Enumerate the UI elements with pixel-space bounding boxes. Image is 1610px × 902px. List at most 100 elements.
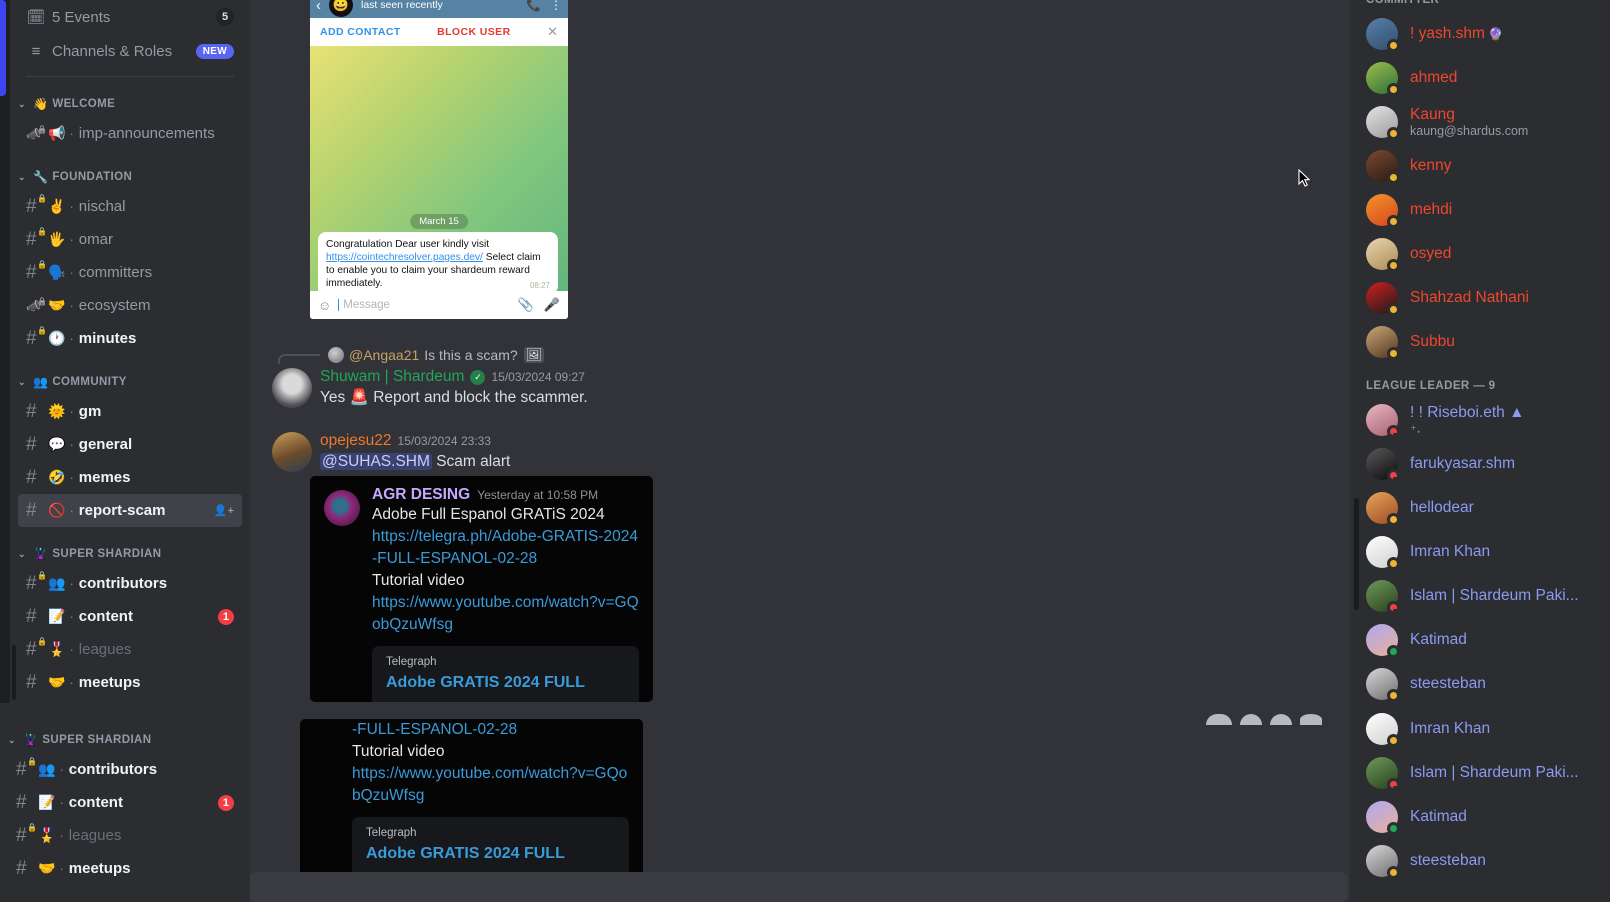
- member-list-item[interactable]: Imran Khan: [1358, 530, 1602, 574]
- embed-link-youtube-duplicate[interactable]: https://www.youtube.com/watch?v=GQobQzuW…: [352, 763, 629, 807]
- sidebar-item-channels-roles[interactable]: ≡ Channels & Roles NEW: [18, 34, 242, 68]
- sidebar-channel-nischal[interactable]: #✌️· nischal: [18, 190, 242, 223]
- telegraph-card-duplicate[interactable]: Telegraph Adobe GRATIS 2024 FULL: [352, 817, 629, 877]
- add-contact-button[interactable]: ADD CONTACT: [320, 26, 401, 38]
- avatar[interactable]: [1366, 713, 1400, 747]
- sidebar-category-super-shardian[interactable]: ⌄ 🦹 SUPER SHARDIAN: [0, 727, 250, 753]
- reply-author[interactable]: @Angaa21: [349, 347, 419, 363]
- member-list-item[interactable]: steesteban: [1358, 839, 1602, 883]
- member-list-item[interactable]: ahmed: [1358, 56, 1602, 100]
- avatar[interactable]: [1366, 580, 1401, 614]
- sidebar-channel-ecosystem[interactable]: 📣🤝· ecosystem: [18, 289, 242, 322]
- edit-icon[interactable]: [1270, 714, 1292, 725]
- member-list-item[interactable]: Shahzad Nathani: [1358, 276, 1602, 320]
- avatar[interactable]: [1366, 62, 1400, 96]
- telegram-screenshot-attachment[interactable]: ‹ 😀 last seen recently 📞 ⋮ ADD CONTACT B…: [310, 0, 568, 319]
- add-member-icon[interactable]: 👤+: [214, 504, 234, 517]
- avatar[interactable]: [1366, 668, 1400, 702]
- member-list-item[interactable]: hellodear: [1358, 486, 1602, 530]
- sidebar-category-super-shardian[interactable]: ⌄ 🦹 SUPER SHARDIAN: [10, 541, 250, 567]
- sidebar-channel-omar[interactable]: #🖐️· omar: [18, 223, 242, 256]
- member-list-item[interactable]: Islam | Shardeum Paki...: [1358, 574, 1602, 618]
- member-list-item[interactable]: Katimad: [1358, 795, 1602, 839]
- sidebar-channel-gm[interactable]: # 🌞 · gm: [18, 395, 242, 428]
- avatar[interactable]: [1366, 238, 1400, 272]
- chevron-down-icon[interactable]: ⌄: [18, 99, 30, 110]
- avatar[interactable]: [1366, 18, 1400, 52]
- member-list-item[interactable]: mehdi: [1358, 188, 1602, 232]
- member-list-item[interactable]: farukyasar.shm: [1358, 442, 1602, 486]
- reply-preview[interactable]: @Angaa21 Is this a scam? 🖼: [268, 345, 968, 365]
- telegraph-card[interactable]: Telegraph Adobe GRATIS 2024 FULL: [372, 646, 639, 702]
- chevron-down-icon[interactable]: ⌄: [18, 377, 30, 388]
- sidebar-scrollbar[interactable]: [12, 645, 16, 700]
- user-mention[interactable]: @SUHAS.SHM: [320, 453, 432, 470]
- sidebar-channel-meetups[interactable]: # 🤝 · meetups: [18, 666, 242, 699]
- close-icon[interactable]: ✕: [547, 24, 558, 40]
- avatar[interactable]: [1366, 448, 1401, 482]
- avatar[interactable]: [272, 368, 312, 408]
- avatar[interactable]: [1366, 194, 1400, 228]
- member-list-item[interactable]: ! ! Riseboi.eth ▲ ⁺˖: [1358, 398, 1602, 442]
- sidebar-category-foundation[interactable]: ⌄ 🔧 FOUNDATION: [10, 164, 250, 190]
- smiley-icon[interactable]: ☺: [318, 298, 331, 313]
- sidebar-channel-report-scam[interactable]: # 🚫 · report-scam 👤+: [18, 494, 242, 527]
- avatar[interactable]: [1366, 492, 1400, 526]
- sidebar-channel-content[interactable]: # 📝 · content 1: [18, 600, 242, 633]
- sidebar-channel-content[interactable]: # 📝 · content 1: [8, 786, 242, 819]
- sidebar-channel-general[interactable]: # 💬 · general: [18, 428, 242, 461]
- member-list-item[interactable]: Islam | Shardeum Paki...: [1358, 751, 1602, 795]
- avatar[interactable]: [1366, 757, 1401, 791]
- sidebar-channel-contributors[interactable]: #👥· contributors: [18, 567, 242, 600]
- message-author[interactable]: Shuwam | Shardeum: [320, 368, 464, 386]
- sidebar-channel-leagues[interactable]: #🎖️· leagues: [18, 633, 242, 666]
- sidebar-category-welcome[interactable]: ⌄ 👋 WELCOME: [10, 91, 250, 117]
- member-list-item[interactable]: Katimad: [1358, 618, 1602, 662]
- chevron-down-icon[interactable]: ⌄: [8, 735, 20, 746]
- telegram-composer[interactable]: ☺ Message 📎 🎤: [310, 291, 568, 319]
- sidebar-category-community[interactable]: ⌄ 👥 COMMUNITY: [10, 369, 250, 395]
- embed-link-youtube[interactable]: https://www.youtube.com/watch?v=GQobQzuW…: [372, 592, 639, 636]
- microphone-icon[interactable]: 🎤: [544, 297, 560, 313]
- more-actions-icon[interactable]: [1300, 714, 1322, 725]
- sidebar-channel-minutes[interactable]: #🕐· minutes: [18, 322, 242, 355]
- embed-author[interactable]: AGR DESING: [372, 486, 470, 503]
- sidebar-item-5-events[interactable]: 🗓 5 Events 5: [18, 0, 242, 34]
- sidebar-channel-meetups[interactable]: # 🤝 · meetups: [8, 852, 242, 885]
- avatar[interactable]: [272, 432, 312, 472]
- message-input-placeholder[interactable]: Message: [338, 299, 507, 311]
- member-list-item[interactable]: steesteban: [1358, 662, 1602, 706]
- member-list-item[interactable]: osyed: [1358, 232, 1602, 276]
- block-user-button[interactable]: BLOCK USER: [437, 26, 510, 38]
- chevron-down-icon[interactable]: ⌄: [18, 172, 30, 183]
- card-title[interactable]: Adobe GRATIS 2024 FULL: [386, 674, 625, 692]
- avatar[interactable]: [1366, 326, 1400, 360]
- card-title[interactable]: Adobe GRATIS 2024 FULL: [366, 845, 615, 863]
- phone-icon[interactable]: 📞: [526, 0, 541, 12]
- sidebar-channel-contributors[interactable]: #👥· contributors: [8, 753, 242, 786]
- embed-link-telegraph[interactable]: https://telegra.ph/Adobe-GRATIS-2024-FUL…: [372, 526, 639, 570]
- message-row[interactable]: opejesu22 15/03/2024 23:33 @SUHAS.SHM Sc…: [262, 432, 1332, 472]
- avatar[interactable]: [1366, 106, 1400, 140]
- avatar[interactable]: [1366, 845, 1400, 879]
- paperclip-icon[interactable]: 📎: [518, 297, 534, 313]
- scam-link[interactable]: https://cointechresolver.pages.dev/: [326, 252, 483, 263]
- member-list-item[interactable]: Imran Khan: [1358, 707, 1602, 751]
- message-row[interactable]: Shuwam | Shardeum ✓ 15/03/2024 09:27 Yes…: [262, 368, 1332, 408]
- member-list-item[interactable]: Subbu: [1358, 320, 1602, 364]
- avatar[interactable]: [1366, 536, 1400, 570]
- back-arrow-icon[interactable]: ‹: [316, 0, 321, 14]
- avatar[interactable]: [1366, 282, 1400, 316]
- sidebar-channel-imp-announcements[interactable]: 📣📢· imp-announcements: [18, 117, 242, 150]
- member-list-scrollbar[interactable]: [1354, 498, 1359, 610]
- sidebar-channel-leagues[interactable]: #🎖️· leagues: [8, 819, 242, 852]
- avatar[interactable]: [1366, 801, 1400, 835]
- sidebar-channel-committers[interactable]: #🗣️· committers: [18, 256, 242, 289]
- sticker-icon[interactable]: [1240, 714, 1262, 725]
- avatar[interactable]: [1366, 624, 1400, 658]
- kebab-menu-icon[interactable]: ⋮: [550, 0, 562, 12]
- sidebar-channel-memes[interactable]: # 🤣 · memes: [18, 461, 242, 494]
- forwarded-message-embed[interactable]: AGR DESING Yesterday at 10:58 PM Adobe Fu…: [310, 476, 653, 702]
- message-author[interactable]: opejesu22: [320, 432, 392, 450]
- message-hover-toolbar[interactable]: [1206, 711, 1322, 725]
